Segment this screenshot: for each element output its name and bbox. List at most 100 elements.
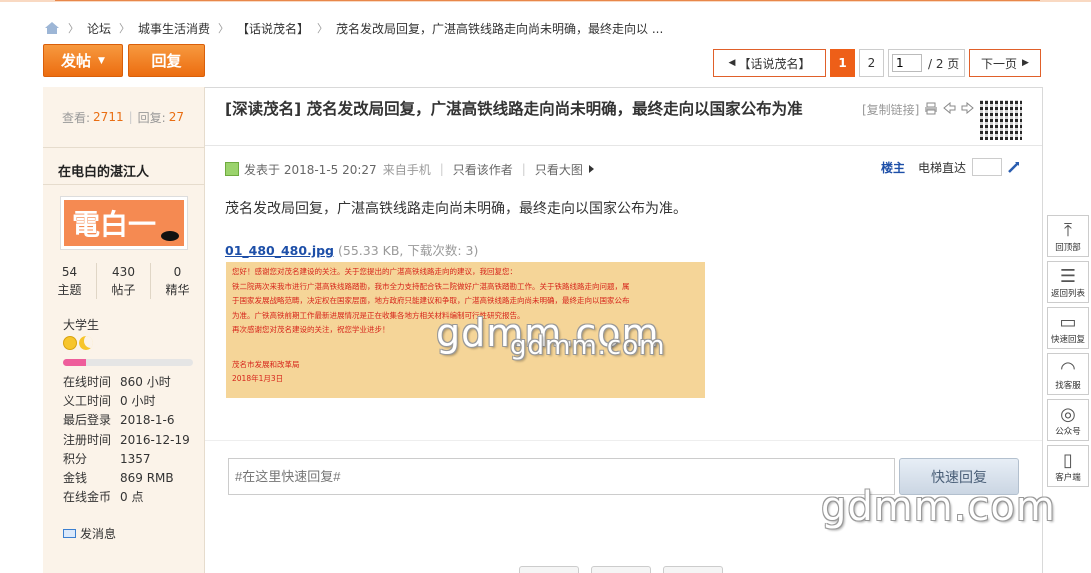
breadcrumb-category[interactable]: 城事生活消费 xyxy=(138,20,210,37)
breadcrumb-separator: 〉 xyxy=(317,22,329,35)
top-accent-line xyxy=(55,0,1040,1)
new-post-button[interactable]: 发帖 ▼ xyxy=(43,44,123,77)
page-jump-input[interactable] xyxy=(892,54,922,72)
avatar[interactable]: 電白一 xyxy=(60,196,188,250)
image-text-line: 铁二院两次来我市进行广湛高铁线路踏勘，我市全力支持配合铁二院做好广湛高铁踏勘工作… xyxy=(232,281,630,291)
count-label: 帖子 xyxy=(111,283,136,297)
info-value: 1357 xyxy=(120,451,151,466)
prev-thread-icon[interactable] xyxy=(943,101,956,117)
meta-separator: | xyxy=(521,162,526,176)
info-row: 注册时间 2016-12-19 xyxy=(63,431,190,450)
breadcrumb-thread[interactable]: 茂名发改局回复，广湛高铁线路走向尚未明确，最终走向以 ... xyxy=(336,20,663,37)
replies-label: 回复: xyxy=(137,110,166,125)
breadcrumb-separator: 〉 xyxy=(119,22,131,35)
bottom-buttons xyxy=(519,566,723,573)
attachment: 01_480_480.jpg (55.33 KB, 下载次数: 3) xyxy=(225,240,478,259)
count-digest[interactable]: 0 精华 xyxy=(150,263,204,299)
copy-link[interactable]: [复制链接] xyxy=(862,101,919,118)
list-icon: ☰ xyxy=(1059,266,1077,287)
go-icon[interactable] xyxy=(1007,160,1021,174)
watermark: gdmm.com xyxy=(821,484,1056,530)
info-key: 注册时间 xyxy=(63,432,112,447)
moon-icon xyxy=(79,336,93,350)
divider xyxy=(205,440,1042,441)
only-author-link[interactable]: 只看该作者 xyxy=(453,161,513,178)
avatar-image: 電白一 xyxy=(64,200,184,246)
send-message-link[interactable]: 发消息 xyxy=(63,525,116,542)
page-2-button[interactable]: 2 xyxy=(859,49,884,77)
reply-button[interactable]: 回复 xyxy=(128,44,205,77)
breadcrumb-forum[interactable]: 论坛 xyxy=(87,20,111,37)
qr-code-pattern xyxy=(980,100,1022,140)
side-button-app[interactable]: ▯ 客户端 xyxy=(1047,445,1089,487)
count-value: 0 xyxy=(173,265,182,279)
breadcrumb-board[interactable]: 【话说茂名】 xyxy=(237,20,309,37)
info-value: 869 RMB xyxy=(120,471,174,486)
new-post-label: 发帖 xyxy=(61,52,92,70)
page-jump: / 2 页 xyxy=(888,49,965,77)
attachment-link[interactable]: 01_480_480.jpg xyxy=(225,243,334,258)
post-meta: 发表于 2018-1-5 20:27 来自手机 | 只看该作者 | 只看大图 xyxy=(225,160,594,178)
caret-right-icon xyxy=(588,165,594,173)
side-button-arrow-up[interactable]: ⤒ 回顶部 xyxy=(1047,215,1089,257)
info-key: 在线时间 xyxy=(63,375,112,389)
home-icon[interactable] xyxy=(44,21,60,35)
info-key: 金钱 xyxy=(63,471,88,486)
next-page-button[interactable]: 下一页 ▶ xyxy=(969,49,1041,77)
bottom-button[interactable] xyxy=(591,566,651,573)
count-label: 精华 xyxy=(165,283,190,297)
send-message-label: 发消息 xyxy=(80,527,117,541)
post-meta-right: 楼主 电梯直达 xyxy=(881,158,1021,176)
avatar-calligraphy: 電白一 xyxy=(72,208,156,241)
online-status-icon xyxy=(225,162,239,176)
headset-icon: ◠ xyxy=(1060,358,1076,379)
side-button-headset[interactable]: ◠ 找客服 xyxy=(1047,353,1089,395)
side-button-label: 公众号 xyxy=(1055,427,1081,437)
meta-separator: | xyxy=(439,162,444,176)
page-1-button[interactable]: 1 xyxy=(830,49,855,77)
mail-icon xyxy=(63,529,76,538)
side-button-chat[interactable]: ▭ 快速回复 xyxy=(1047,307,1089,349)
bottom-button[interactable] xyxy=(519,566,579,573)
quick-reply-input[interactable] xyxy=(228,458,895,495)
count-value: 54 xyxy=(61,265,78,279)
count-value: 430 xyxy=(112,265,135,279)
back-to-board-button[interactable]: ◀ 【话说茂名】 xyxy=(713,49,826,77)
side-button-wechat[interactable]: ◎ 公众号 xyxy=(1047,399,1089,441)
info-key: 义工时间 xyxy=(63,394,112,409)
floor-jump-input[interactable] xyxy=(972,158,1003,176)
reply-label: 回复 xyxy=(151,52,182,70)
author-counts: 54 主题 430 帖子 0 精华 xyxy=(43,263,204,299)
watermark: gdmm.com xyxy=(510,331,666,361)
sun-icon xyxy=(63,336,77,350)
next-thread-icon[interactable] xyxy=(961,101,975,117)
views-count: 2711 xyxy=(93,110,124,124)
arrow-up-icon: ⤒ xyxy=(1064,220,1072,241)
attachment-meta: (55.33 KB, 下载次数: 3) xyxy=(338,243,479,258)
info-value: 2016-12-19 xyxy=(120,432,190,447)
replies-count: 27 xyxy=(168,110,184,124)
back-to-board-label: 【话说茂名】 xyxy=(738,56,811,71)
count-topics[interactable]: 54 主题 xyxy=(43,263,96,299)
print-icon[interactable] xyxy=(924,102,938,118)
info-key: 最后登录 xyxy=(63,413,112,428)
image-date: 2018年1月3日 xyxy=(232,374,284,383)
only-images-link[interactable]: 只看大图 xyxy=(535,161,583,178)
bottom-button[interactable] xyxy=(663,566,723,573)
chat-icon: ▭ xyxy=(1059,312,1077,333)
count-posts[interactable]: 430 帖子 xyxy=(96,263,150,299)
breadcrumb-separator: 〉 xyxy=(218,22,230,35)
side-button-label: 返回列表 xyxy=(1050,289,1085,299)
info-value: 0 点 xyxy=(120,490,144,505)
post-content: 茂名发改局回复，广湛高铁线路走向尚未明确，最终走向以国家公布为准。 xyxy=(225,201,687,217)
side-button-list[interactable]: ☰ 返回列表 xyxy=(1047,261,1089,303)
info-row: 义工时间 0 小时 xyxy=(63,392,190,411)
info-row: 在线时间 860 小时 xyxy=(63,373,190,392)
author-sidebar: 查看: 2711 | 回复: 27 在电白的湛江人 電白一 54 主题 430 … xyxy=(43,87,205,573)
thread-stats: 查看: 2711 | 回复: 27 xyxy=(43,87,204,148)
author-info: 在线时间 860 小时 义工时间 0 小时 最后登录 2018-1-6 注册时间 2016-1… xyxy=(63,373,190,507)
author-name[interactable]: 在电白的湛江人 xyxy=(58,161,149,180)
count-label: 主题 xyxy=(57,283,82,297)
floor-label: 楼主 xyxy=(881,160,906,175)
title-tools: [复制链接] xyxy=(862,101,975,118)
